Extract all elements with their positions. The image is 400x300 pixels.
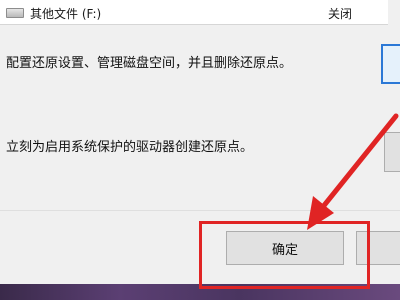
create-restore-point-description: 立刻为启用系统保护的驱动器创建还原点。 [6, 140, 254, 155]
ok-button[interactable]: 确定 [226, 231, 344, 265]
system-protection-dialog: 其他文件 (F:) 关闭 配置还原设置、管理磁盘空间，并且删除还原点。 立刻为启… [0, 0, 400, 284]
hard-drive-icon [6, 8, 24, 18]
divider [0, 210, 400, 211]
cancel-button[interactable] [356, 231, 400, 265]
configure-button[interactable] [381, 44, 400, 84]
configure-description: 配置还原设置、管理磁盘空间，并且删除还原点。 [6, 56, 293, 71]
create-button[interactable] [384, 132, 400, 172]
drive-protection-status: 关闭 [328, 7, 353, 21]
drive-name: 其他文件 (F:) [30, 7, 102, 21]
drive-list-row[interactable]: 其他文件 (F:) 关闭 [0, 0, 388, 24]
drive-list: 其他文件 (F:) 关闭 [0, 0, 388, 25]
desktop-background [0, 284, 400, 300]
